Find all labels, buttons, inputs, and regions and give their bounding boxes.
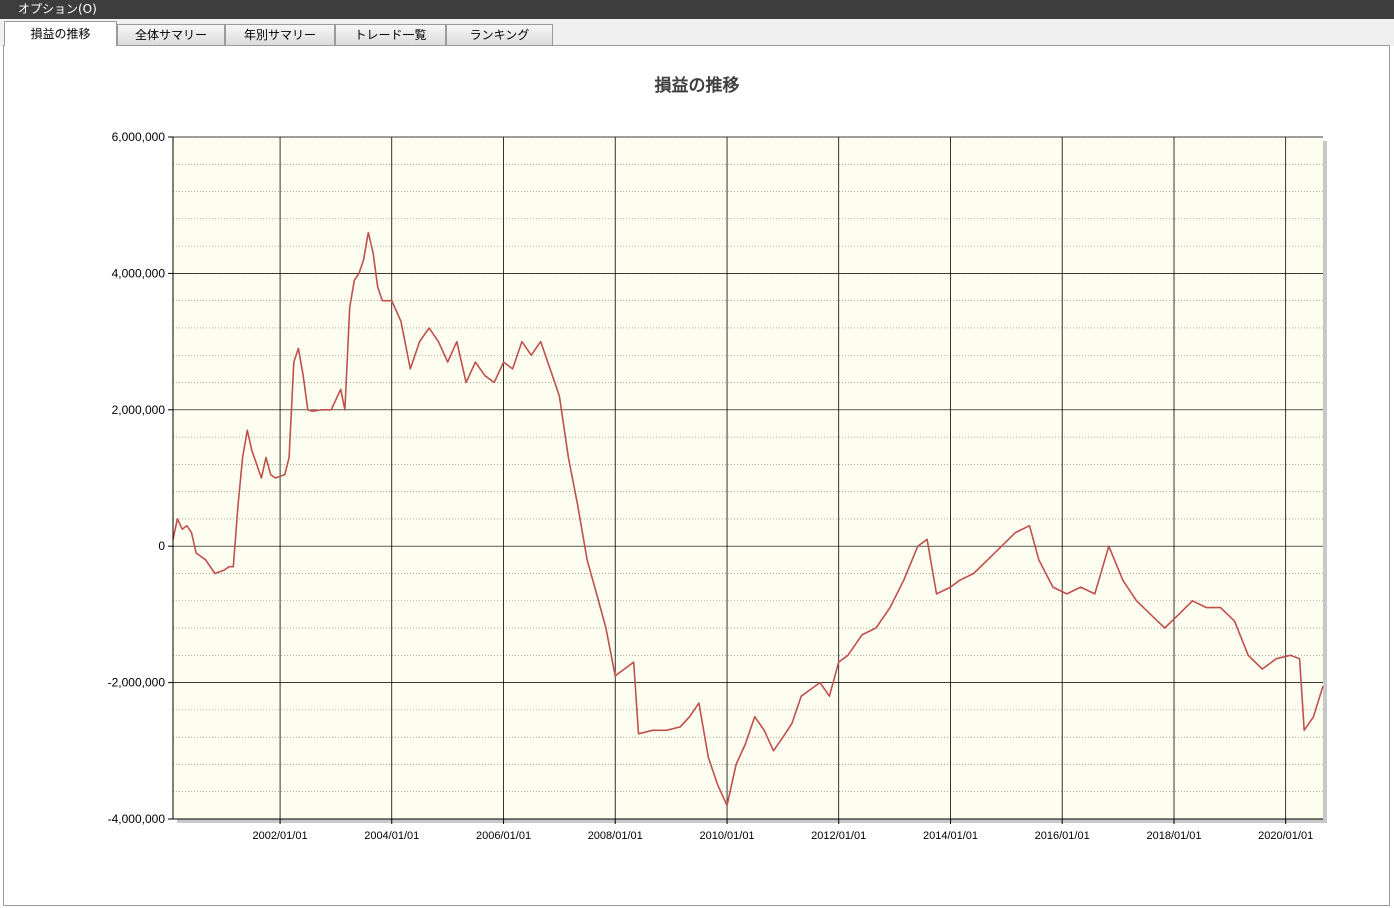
y-tick-label: 2,000,000 [112,403,166,417]
x-tick-label: 2020/01/01 [1258,830,1313,842]
y-tick-label: 4,000,000 [112,266,166,280]
x-tick-label: 2012/01/01 [811,830,866,842]
menu-bar: オプション(O) [0,0,1394,19]
x-tick-label: 2006/01/01 [476,830,531,842]
tab-ranking[interactable]: ランキング [446,24,553,45]
y-tick-label: 0 [158,539,165,553]
x-tick-label: 2002/01/01 [253,830,308,842]
tab-pnl-trend[interactable]: 損益の推移 [4,21,117,46]
plot-area [173,137,1323,819]
x-tick-label: 2008/01/01 [588,830,643,842]
menu-options[interactable]: オプション(O) [18,0,97,19]
x-tick-label: 2018/01/01 [1146,830,1201,842]
y-tick-label: 6,000,000 [112,130,166,144]
x-tick-label: 2014/01/01 [923,830,978,842]
chart-panel: 6,000,000 4,000,000 2,000,000 0 -2,000,000 -4… [3,45,1390,906]
y-tick-label: -2,000,000 [108,676,166,690]
chart-title: 損益の推移 [655,75,740,96]
pnl-chart: 6,000,000 4,000,000 2,000,000 0 -2,000,000 -4… [108,75,1327,842]
x-tick-label: 2010/01/01 [700,830,755,842]
x-tick-label: 2004/01/01 [364,830,419,842]
tab-overall-summary[interactable]: 全体サマリー [117,24,225,45]
tab-strip: 損益の推移 全体サマリー 年別サマリー トレード一覧 ランキング [0,19,1394,46]
tab-trade-list[interactable]: トレード一覧 [335,24,446,45]
y-tick-label: -4,000,000 [108,812,166,826]
x-tick-label: 2016/01/01 [1035,830,1090,842]
tab-yearly-summary[interactable]: 年別サマリー [225,24,335,45]
